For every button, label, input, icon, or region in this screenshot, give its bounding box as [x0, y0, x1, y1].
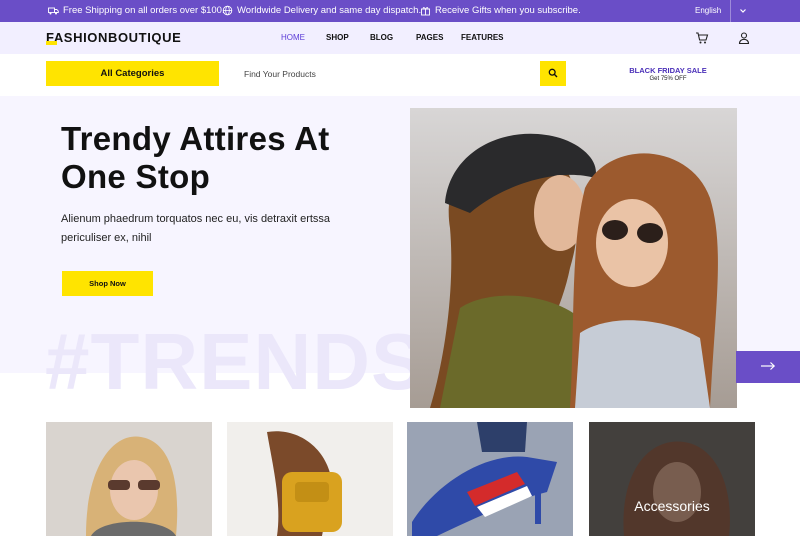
all-categories-button[interactable]: All Categories — [46, 61, 219, 86]
search-bar-row: All Categories BLACK FRIDAY SALE Get 75%… — [0, 54, 800, 96]
promo-subtitle: Get 75% OFF — [649, 76, 687, 82]
gift-notice: Receive Gifts when you subscribe. — [420, 5, 581, 16]
announcement-bar: Free Shipping on all orders over $100. W… — [0, 0, 800, 22]
arrow-right-icon — [760, 358, 776, 376]
hero-next-button[interactable] — [736, 351, 800, 383]
delivery-text: Worldwide Delivery and same day dispatch… — [237, 5, 422, 16]
black-friday-promo[interactable]: BLACK FRIDAY SALE Get 75% OFF — [616, 66, 720, 82]
page: Free Shipping on all orders over $100. W… — [0, 0, 800, 536]
nav-item-pages[interactable]: PAGES — [416, 33, 443, 42]
nav-item-shop[interactable]: SHOP — [326, 33, 349, 42]
category-card[interactable]: Accessories — [589, 422, 755, 536]
language-selector[interactable]: English — [695, 6, 721, 15]
logo-accent — [46, 41, 57, 45]
site-logo[interactable]: FASHIONBOUTIQUE — [46, 30, 181, 45]
shop-now-button[interactable]: Shop Now — [62, 271, 153, 296]
hero-title: Trendy Attires At One Stop — [61, 120, 330, 195]
main-navbar: FASHIONBOUTIQUE HOME SHOP BLOG PAGES FEA… — [0, 22, 800, 54]
language-divider — [730, 0, 731, 22]
hero-subtitle: Alienum phaedrum torquatos nec eu, vis d… — [61, 213, 331, 244]
gift-text: Receive Gifts when you subscribe. — [435, 5, 581, 16]
user-icon[interactable] — [737, 31, 751, 45]
delivery-notice: Worldwide Delivery and same day dispatch… — [222, 5, 421, 16]
gift-icon — [420, 5, 431, 16]
category-card[interactable] — [46, 422, 212, 536]
shipping-notice: Free Shipping on all orders over $100. — [48, 5, 225, 16]
promo-title: BLACK FRIDAY SALE — [629, 66, 707, 75]
search-button[interactable] — [540, 61, 566, 86]
search-input[interactable] — [240, 61, 530, 86]
search-icon — [548, 65, 558, 83]
globe-icon — [222, 5, 233, 16]
category-label-accessories: Accessories — [634, 498, 710, 514]
category-card[interactable] — [407, 422, 573, 536]
chevron-down-icon[interactable] — [738, 6, 748, 16]
category-card[interactable] — [227, 422, 393, 536]
nav-item-home[interactable]: HOME — [281, 33, 305, 42]
hero-watermark: #TRENDS — [45, 317, 426, 406]
shipping-text: Free Shipping on all orders over $100. — [63, 5, 225, 16]
truck-icon — [48, 5, 59, 16]
hero-image — [410, 108, 737, 408]
cart-icon[interactable] — [695, 31, 709, 45]
nav-item-blog[interactable]: BLOG — [370, 33, 393, 42]
nav-item-features[interactable]: FEATURES — [461, 33, 504, 42]
